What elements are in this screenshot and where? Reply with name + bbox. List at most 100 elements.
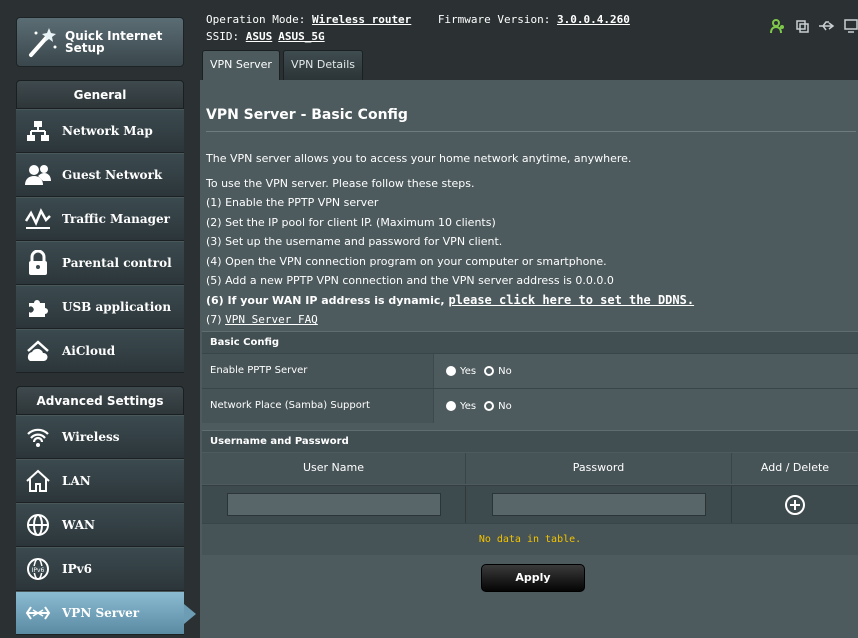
sidebar-item-label: WAN bbox=[62, 518, 95, 532]
username-input[interactable] bbox=[226, 493, 441, 516]
usb-status-icon[interactable] bbox=[818, 18, 836, 38]
step-3: (3) Set up the username and password for… bbox=[206, 235, 503, 248]
sidebar-item-network-map[interactable]: Network Map bbox=[16, 109, 184, 153]
cloud-home-icon bbox=[24, 337, 52, 365]
globe-icon bbox=[24, 511, 52, 539]
general-header: General bbox=[16, 80, 184, 109]
ddns-link[interactable]: please click here to set the DDNS. bbox=[448, 293, 694, 307]
enable-pptp-label: Enable PPTP Server bbox=[202, 354, 434, 388]
firmware-label: Firmware Version: bbox=[437, 13, 551, 26]
op-mode-link[interactable]: Wireless router bbox=[312, 13, 411, 26]
lock-icon bbox=[24, 249, 52, 277]
sidebar-item-label: AiCloud bbox=[62, 344, 116, 358]
account-table-header: User Name Password Add / Delete bbox=[202, 453, 858, 484]
samba-support-row: Network Place (Samba) Support Yes No bbox=[202, 388, 858, 423]
magic-wand-icon bbox=[25, 25, 59, 59]
vpn-faq-link[interactable]: VPN Server FAQ bbox=[225, 313, 318, 326]
sidebar-item-label: Traffic Manager bbox=[62, 212, 170, 226]
enable-pptp-no-radio[interactable] bbox=[484, 366, 495, 376]
monitor-status-icon[interactable] bbox=[844, 18, 858, 38]
sidebar-item-lan[interactable]: LAN bbox=[16, 459, 184, 503]
sidebar-item-label: LAN bbox=[62, 474, 91, 488]
apply-button[interactable]: Apply bbox=[481, 564, 585, 592]
add-account-icon[interactable] bbox=[785, 494, 805, 515]
enable-pptp-yes-radio[interactable] bbox=[446, 366, 456, 376]
sidebar-item-label: Parental control bbox=[62, 256, 172, 270]
page-title: VPN Server - Basic Config bbox=[206, 107, 408, 123]
vpn-icon bbox=[24, 599, 52, 627]
samba-support-options: Yes No bbox=[434, 389, 858, 423]
column-password: Password bbox=[466, 453, 732, 484]
step-1: (1) Enable the PPTP VPN server bbox=[206, 196, 379, 209]
title-divider bbox=[206, 131, 856, 132]
sidebar-item-ipv6[interactable]: IPv6 IPv6 bbox=[16, 547, 184, 591]
intro-text: The VPN server allows you to access your… bbox=[206, 152, 632, 165]
client-status-icon[interactable] bbox=[770, 18, 786, 38]
basic-config-header: Basic Config bbox=[202, 331, 858, 353]
tab-vpn-server[interactable]: VPN Server bbox=[202, 50, 280, 80]
password-cell bbox=[466, 486, 732, 523]
step-6-text: (6) If your WAN IP address is dynamic, bbox=[206, 293, 445, 307]
guest-network-icon bbox=[24, 161, 52, 189]
add-cell bbox=[732, 486, 858, 523]
ssid-link-2g[interactable]: ASUS bbox=[246, 30, 273, 43]
sidebar-item-label: Guest Network bbox=[62, 168, 163, 182]
puzzle-icon bbox=[24, 293, 52, 321]
samba-no-radio[interactable] bbox=[484, 401, 495, 411]
firmware-link[interactable]: 3.0.0.4.260 bbox=[557, 13, 630, 26]
top-bar: Operation Mode: Wireless router Firmware… bbox=[200, 0, 858, 80]
sidebar: Quick Internet Setup General Network Map… bbox=[0, 0, 200, 638]
sidebar-item-parental-control[interactable]: Parental control bbox=[16, 241, 184, 285]
tab-bar: VPN Server VPN Details bbox=[202, 50, 363, 80]
sidebar-item-guest-network[interactable]: Guest Network bbox=[16, 153, 184, 197]
sidebar-item-wan[interactable]: WAN bbox=[16, 503, 184, 547]
account-input-row bbox=[202, 485, 858, 523]
no-label: No bbox=[498, 365, 512, 377]
sidebar-item-label: IPv6 bbox=[62, 562, 92, 576]
status-icons bbox=[770, 18, 858, 38]
yes-label: Yes bbox=[460, 400, 477, 412]
advanced-menu: Wireless LAN WAN IPv6 IPv6 VPN Server bbox=[16, 415, 196, 635]
username-password-header: Username and Password bbox=[202, 430, 858, 452]
sidebar-item-label: Network Map bbox=[62, 124, 153, 138]
sidebar-item-wireless[interactable]: Wireless bbox=[16, 415, 184, 459]
step-7: (7) VPN Server FAQ bbox=[206, 310, 694, 330]
step-7-prefix: (7) bbox=[206, 313, 222, 326]
column-user-name: User Name bbox=[202, 453, 466, 484]
step-2: (2) Set the IP pool for client IP. (Maxi… bbox=[206, 215, 496, 229]
sidebar-item-traffic-manager[interactable]: Traffic Manager bbox=[16, 197, 184, 241]
ssid-label: SSID: bbox=[206, 30, 240, 43]
printer-status-icon[interactable] bbox=[794, 18, 810, 38]
tab-vpn-details[interactable]: VPN Details bbox=[282, 50, 363, 80]
yes-label: Yes bbox=[460, 365, 477, 377]
ssid-line: SSID: ASUS ASUS_5G bbox=[206, 30, 331, 43]
ipv6-globe-icon: IPv6 bbox=[24, 555, 52, 583]
general-menu: Network Map Guest Network Traffic Manage… bbox=[16, 109, 184, 373]
no-data-message: No data in table. bbox=[202, 523, 858, 555]
operation-mode-line: Operation Mode: Wireless router Firmware… bbox=[206, 13, 630, 26]
sidebar-item-label: USB application bbox=[62, 300, 172, 314]
password-input[interactable] bbox=[491, 493, 706, 516]
ssid-link-5g[interactable]: ASUS_5G bbox=[278, 30, 324, 43]
username-cell bbox=[202, 486, 466, 523]
description: The VPN server allows you to access your… bbox=[206, 149, 694, 330]
step-4: (4) Open the VPN connection program on y… bbox=[206, 254, 607, 268]
step-6: (6) If your WAN IP address is dynamic, p… bbox=[206, 291, 694, 311]
sidebar-item-label: VPN Server bbox=[62, 606, 140, 620]
svg-text:IPv6: IPv6 bbox=[32, 567, 45, 574]
op-mode-label: Operation Mode: bbox=[206, 13, 306, 26]
main-panel: VPN Server - Basic Config The VPN server… bbox=[200, 80, 858, 638]
samba-yes-radio[interactable] bbox=[446, 401, 456, 411]
sidebar-item-aicloud[interactable]: AiCloud bbox=[16, 329, 184, 373]
enable-pptp-row: Enable PPTP Server Yes No bbox=[202, 353, 858, 388]
samba-support-label: Network Place (Samba) Support bbox=[202, 389, 434, 423]
enable-pptp-options: Yes No bbox=[434, 354, 858, 388]
sidebar-item-vpn-server[interactable]: VPN Server bbox=[16, 591, 196, 635]
qis-label-line2: Setup bbox=[65, 41, 105, 55]
quick-internet-setup-button[interactable]: Quick Internet Setup bbox=[16, 17, 184, 67]
column-add-delete: Add / Delete bbox=[760, 461, 830, 474]
network-map-icon bbox=[24, 117, 52, 145]
sidebar-item-usb-application[interactable]: USB application bbox=[16, 285, 184, 329]
advanced-settings-header: Advanced Settings bbox=[16, 386, 184, 415]
no-label: No bbox=[498, 400, 512, 412]
